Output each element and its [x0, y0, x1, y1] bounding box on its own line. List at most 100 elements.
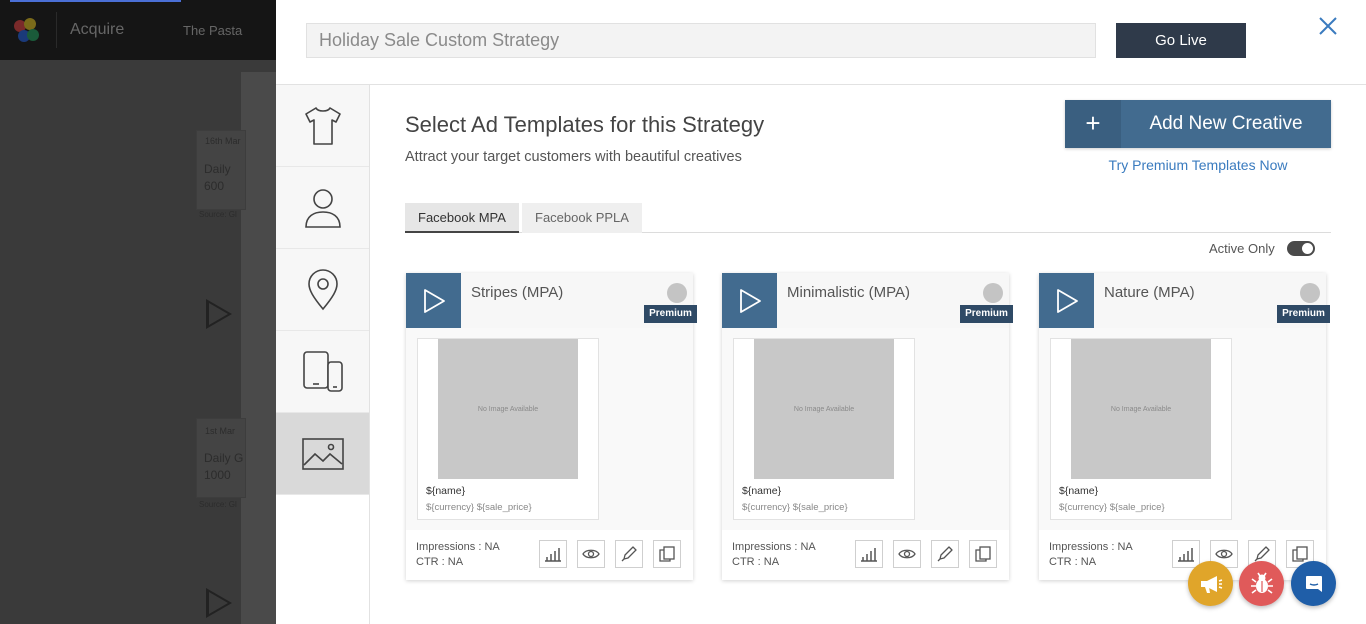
stats-button[interactable] [539, 540, 567, 568]
strategy-name-input[interactable]: Holiday Sale Custom Strategy [306, 23, 1096, 58]
strategy-sidebar [276, 85, 370, 624]
premium-badge: Premium [644, 305, 697, 323]
tab-facebook-mpa[interactable]: Facebook MPA [405, 203, 519, 233]
person-icon [304, 188, 341, 228]
pencil-icon [1254, 546, 1270, 562]
chat-icon [1305, 575, 1322, 592]
toggle-knob [1302, 243, 1313, 254]
template-card[interactable]: Stripes (MPA) Premium No Image Available… [406, 273, 697, 580]
background-source: Source: Gl [199, 500, 237, 509]
card-header: Minimalistic (MPA) Premium [722, 273, 1013, 328]
go-live-button[interactable]: Go Live [1116, 23, 1246, 58]
strategy-modal: Holiday Sale Custom Strategy Go Live Sel… [276, 0, 1366, 624]
ad-preview: No Image Available ${name} ${currency} $… [733, 338, 915, 520]
page-subtitle: Attract your target customers with beaut… [405, 149, 742, 165]
tab-facebook-ppla[interactable]: Facebook PPLA [522, 203, 642, 233]
close-icon[interactable] [1316, 14, 1340, 38]
preview-button[interactable] [577, 540, 605, 568]
add-new-creative-label: Add New Creative [1149, 113, 1303, 134]
bar-chart-icon [861, 548, 877, 562]
background-source: Source: Gl [199, 210, 237, 219]
select-radio[interactable] [667, 283, 687, 303]
sidebar-item-audience[interactable] [276, 167, 369, 249]
active-only-label: Active Only [1209, 241, 1275, 256]
plus-icon: + [1065, 100, 1121, 148]
edit-button[interactable] [615, 540, 643, 568]
ad-preview: No Image Available ${name} ${currency} $… [1050, 338, 1232, 520]
template-card[interactable]: Nature (MPA) Premium No Image Available … [1039, 273, 1330, 580]
duplicate-button[interactable] [653, 540, 681, 568]
ad-image-placeholder: No Image Available [1071, 339, 1211, 479]
ctr-stat: CTR : NA [1049, 556, 1097, 568]
card-body: No Image Available ${name} ${currency} $… [1039, 328, 1326, 530]
eye-icon [582, 549, 600, 559]
megaphone-icon [1200, 575, 1222, 593]
background-value: 1000 [204, 468, 231, 482]
chat-button[interactable] [1291, 561, 1336, 606]
background-date: 1st Mar [205, 426, 236, 436]
edit-button[interactable] [931, 540, 959, 568]
report-bug-button[interactable] [1239, 561, 1284, 606]
page-title: Select Ad Templates for this Strategy [405, 112, 765, 137]
ad-image-placeholder: No Image Available [438, 339, 578, 479]
card-title: Minimalistic (MPA) [787, 284, 911, 301]
sidebar-item-product[interactable] [276, 85, 369, 167]
template-card[interactable]: Minimalistic (MPA) Premium No Image Avai… [722, 273, 1013, 580]
background-label: Daily [204, 162, 231, 176]
sidebar-item-devices[interactable] [276, 331, 369, 413]
pencil-icon [621, 546, 637, 562]
premium-badge: Premium [1277, 305, 1330, 323]
card-stats: Impressions : NA CTR : NA [732, 540, 816, 570]
eye-icon [1215, 549, 1233, 559]
play-icon[interactable] [722, 273, 777, 328]
card-body: No Image Available ${name} ${currency} $… [722, 328, 1009, 530]
select-radio[interactable] [983, 283, 1003, 303]
ad-image-placeholder: No Image Available [754, 339, 894, 479]
main-content: Select Ad Templates for this Strategy At… [370, 85, 1366, 624]
store-name[interactable]: The Pasta [183, 23, 242, 38]
ctr-stat: CTR : NA [416, 556, 464, 568]
bar-chart-icon [1178, 548, 1194, 562]
modal-header: Holiday Sale Custom Strategy Go Live [276, 0, 1366, 85]
stats-button[interactable] [855, 540, 883, 568]
ad-name: ${name} [1059, 485, 1099, 497]
stats-button[interactable] [1172, 540, 1200, 568]
ad-price: ${currency} ${sale_price} [1059, 502, 1165, 513]
announcements-button[interactable] [1188, 561, 1233, 606]
play-icon[interactable] [406, 273, 461, 328]
image-icon [301, 437, 344, 470]
background-date: 16th Mar [205, 136, 241, 146]
app-name[interactable]: Acquire [70, 21, 124, 39]
platform-tabs: Facebook MPA Facebook PPLA [405, 203, 1331, 233]
duplicate-button[interactable] [969, 540, 997, 568]
ctr-stat: CTR : NA [732, 556, 780, 568]
card-footer: Impressions : NA CTR : NA [406, 530, 693, 580]
tshirt-icon [304, 106, 341, 145]
card-stats: Impressions : NA CTR : NA [416, 540, 500, 570]
eye-icon [898, 549, 916, 559]
sidebar-item-creatives[interactable] [276, 413, 369, 495]
card-footer: Impressions : NA CTR : NA [1039, 530, 1326, 580]
sidebar-item-location[interactable] [276, 249, 369, 331]
impressions-stat: Impressions : NA [416, 541, 500, 553]
card-header: Stripes (MPA) Premium [406, 273, 697, 328]
bug-icon [1250, 572, 1273, 594]
card-footer: Impressions : NA CTR : NA [722, 530, 1009, 580]
location-pin-icon [307, 268, 338, 310]
ad-name: ${name} [742, 485, 782, 497]
card-stats: Impressions : NA CTR : NA [1049, 540, 1133, 570]
select-radio[interactable] [1300, 283, 1320, 303]
loading-bar [10, 0, 181, 2]
app-logo-icon [14, 18, 40, 44]
bar-chart-icon [545, 548, 561, 562]
add-new-creative-button[interactable]: + Add New Creative [1065, 100, 1331, 148]
copy-icon [1292, 546, 1308, 562]
devices-icon [302, 350, 343, 392]
try-premium-templates-link[interactable]: Try Premium Templates Now [1065, 157, 1331, 173]
play-icon[interactable] [1039, 273, 1094, 328]
ad-price: ${currency} ${sale_price} [426, 502, 532, 513]
active-only-toggle[interactable] [1287, 241, 1315, 256]
background-value: 600 [204, 179, 225, 193]
preview-button[interactable] [893, 540, 921, 568]
card-title: Nature (MPA) [1104, 284, 1195, 301]
